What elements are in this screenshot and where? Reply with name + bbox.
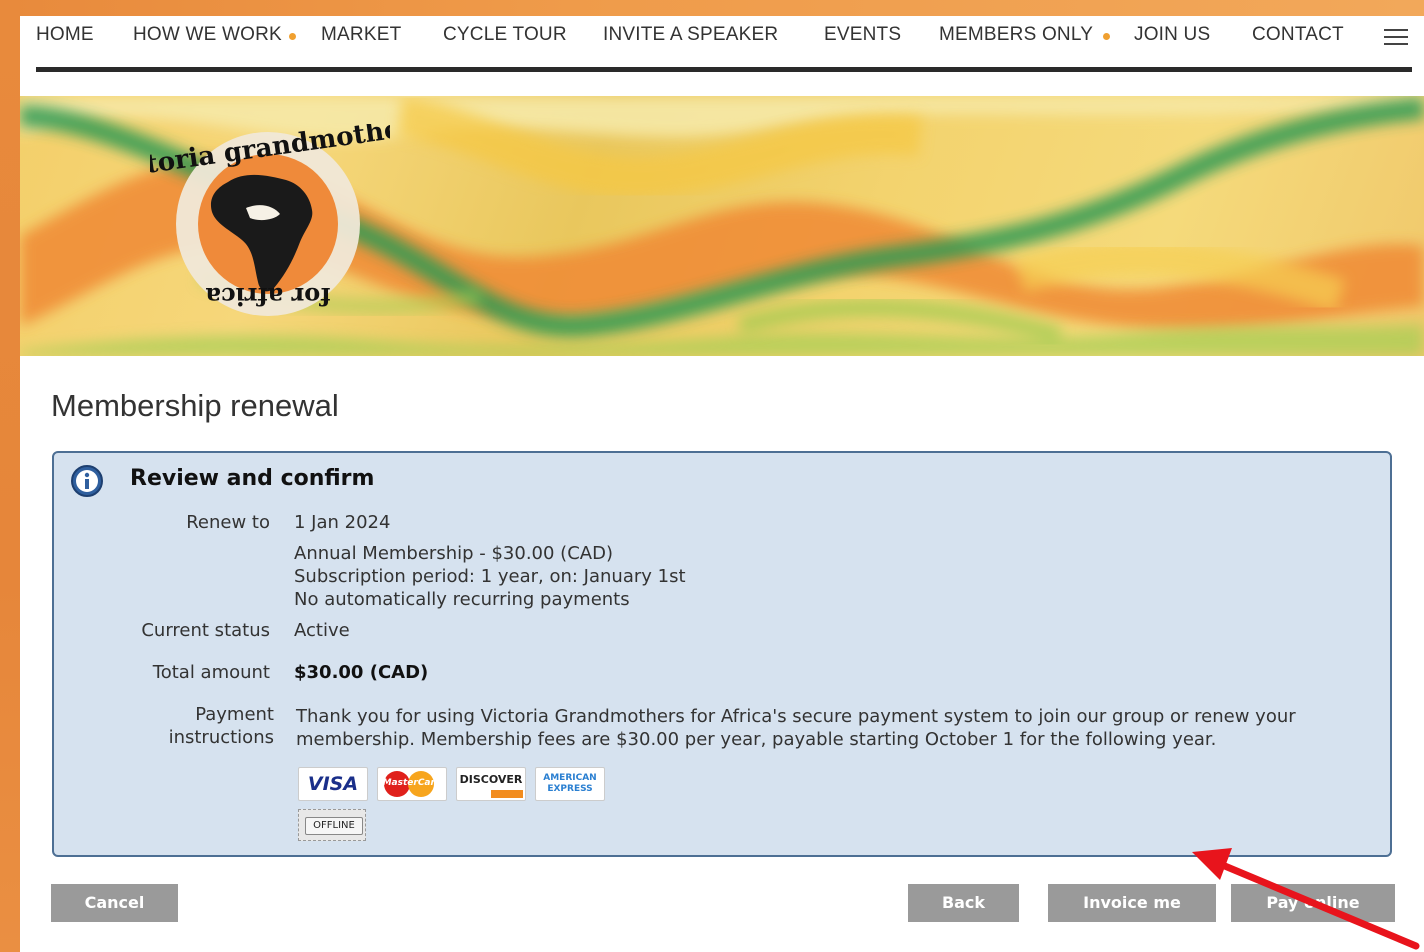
- nav-join-us[interactable]: JOIN US: [1134, 24, 1210, 46]
- renew-value: 1 Jan 2024: [294, 512, 391, 533]
- hamburger-menu-icon[interactable]: [1384, 29, 1408, 45]
- page-frame-left: [0, 0, 20, 952]
- instructions-label-line-1: Payment: [195, 704, 274, 725]
- back-button[interactable]: Back: [908, 884, 1019, 922]
- submenu-dot-icon: [1103, 33, 1110, 40]
- nav-invite-a-speaker[interactable]: INVITE A SPEAKER: [603, 24, 778, 46]
- page-title: Membership renewal: [51, 388, 339, 423]
- membership-line: Annual Membership - $30.00 (CAD): [294, 543, 613, 564]
- annotation-arrow-icon: [1192, 848, 1420, 950]
- instructions-label: Payment instructions: [169, 703, 274, 749]
- panel-title: Review and confirm: [130, 466, 375, 491]
- nav-divider: [36, 67, 1412, 72]
- logo-text-bottom: for africa: [205, 282, 330, 311]
- cancel-button[interactable]: Cancel: [51, 884, 178, 922]
- nav-cycle-tour[interactable]: CYCLE TOUR: [443, 24, 567, 46]
- offline-payment-icon: OFFLINE: [298, 809, 366, 841]
- nav-home[interactable]: HOME: [36, 24, 94, 46]
- amex-logo-text-1: AMERICAN: [543, 773, 597, 783]
- submenu-dot-icon: [289, 33, 296, 40]
- info-icon: [71, 465, 103, 497]
- nav-events[interactable]: EVENTS: [824, 24, 901, 46]
- mastercard-card-icon: MasterCard: [377, 767, 447, 801]
- header-banner: victoria grandmothers for africa: [20, 96, 1424, 356]
- total-value: $30.00 (CAD): [294, 662, 429, 683]
- review-confirm-panel: Review and confirm Renew to 1 Jan 2024 A…: [52, 451, 1392, 857]
- nav-members-only[interactable]: MEMBERS ONLY: [939, 24, 1093, 46]
- status-value: Active: [294, 620, 350, 641]
- main-nav: HOME HOW WE WORK MARKET CYCLE TOUR INVIT…: [36, 24, 1412, 52]
- amex-card-icon: AMERICAN EXPRESS: [535, 767, 605, 801]
- page-frame-top: [0, 0, 1424, 16]
- mastercard-logo-text: MasterCard: [382, 778, 442, 788]
- payment-instructions-text: Thank you for using Victoria Grandmother…: [296, 706, 1296, 750]
- instructions-label-line-2: instructions: [168, 727, 274, 748]
- renew-label: Renew to: [186, 512, 270, 533]
- recurring-line: No automatically recurring payments: [294, 589, 630, 610]
- total-label: Total amount: [152, 662, 270, 683]
- status-label: Current status: [141, 620, 270, 641]
- discover-card-icon: DISCOVER: [456, 767, 526, 801]
- amex-logo-text-2: EXPRESS: [547, 784, 593, 794]
- organization-logo: victoria grandmothers for africa: [150, 124, 390, 316]
- discover-logo-text: DISCOVER: [459, 773, 523, 786]
- visa-card-icon: VISA: [298, 767, 368, 801]
- offline-label: OFFLINE: [305, 817, 363, 835]
- nav-contact[interactable]: CONTACT: [1252, 24, 1344, 46]
- nav-how-we-work[interactable]: HOW WE WORK: [133, 24, 282, 46]
- nav-market[interactable]: MARKET: [321, 24, 401, 46]
- visa-logo-text: VISA: [307, 773, 359, 795]
- subscription-line: Subscription period: 1 year, on: January…: [294, 566, 686, 587]
